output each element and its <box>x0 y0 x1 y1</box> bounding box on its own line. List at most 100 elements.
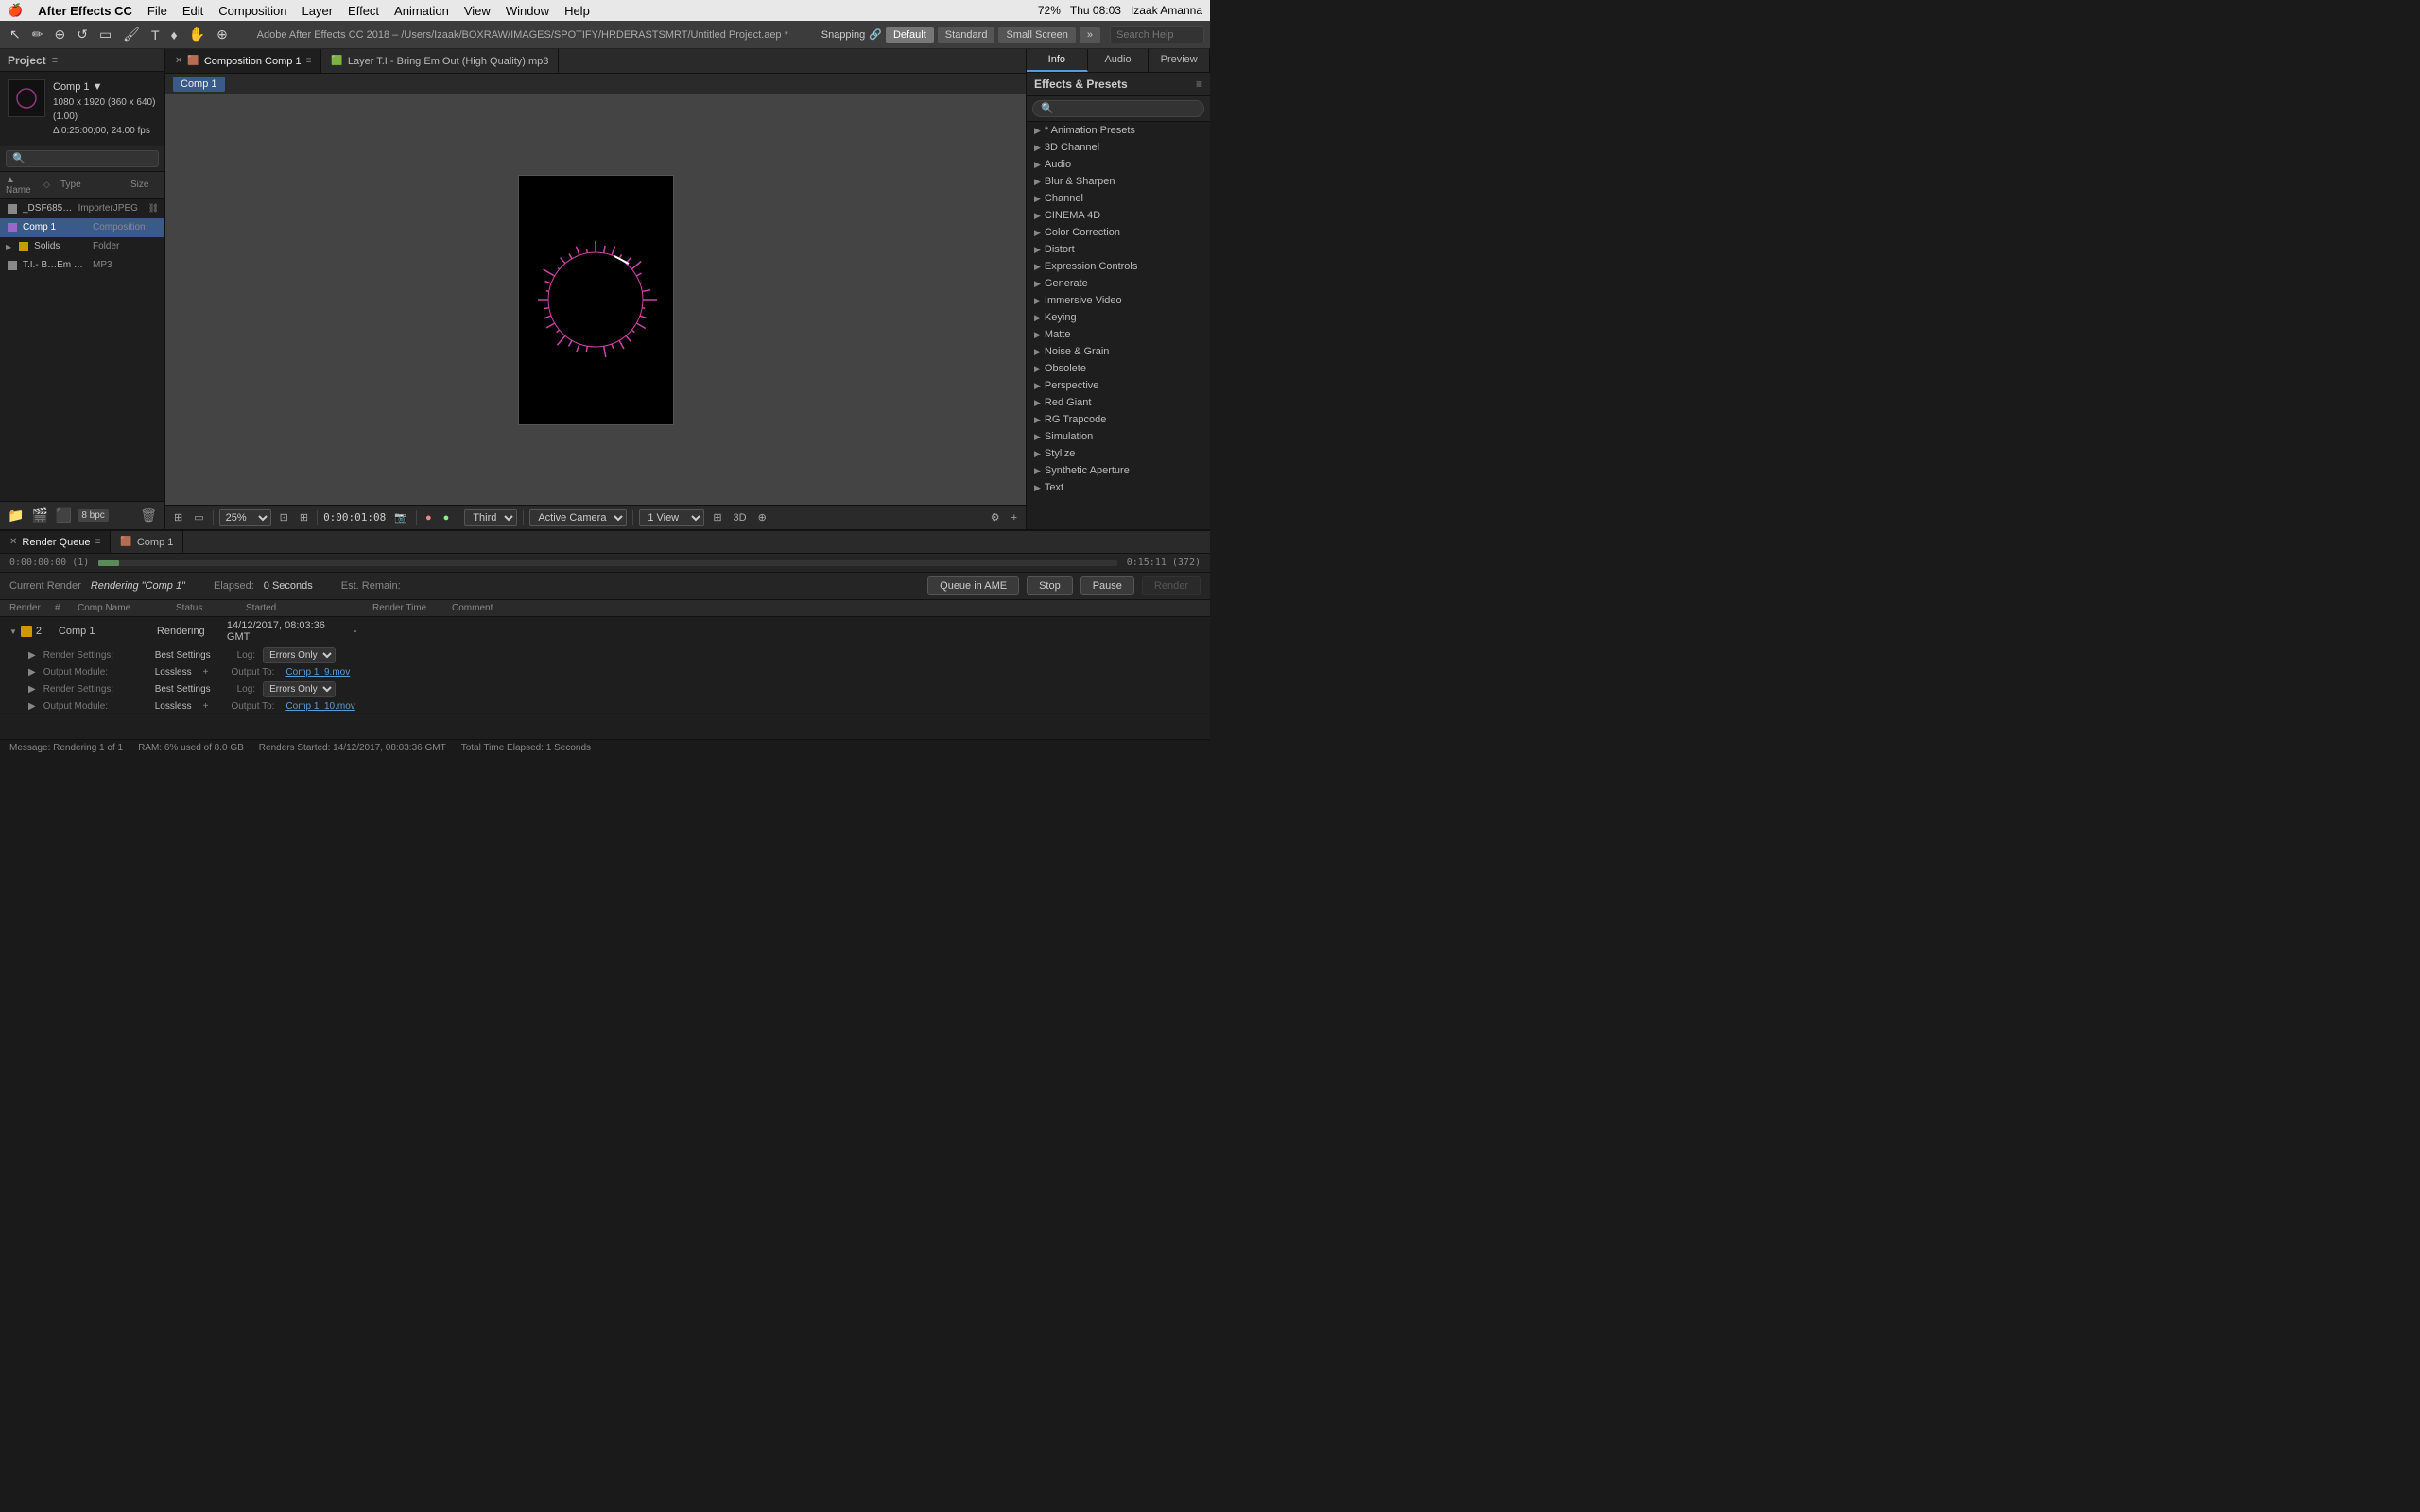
expand-settings-arrow-2[interactable]: ▶ <box>28 684 36 695</box>
puppet-tool[interactable]: ♦ <box>167 26 182 44</box>
effect-simulation[interactable]: ▶ Simulation <box>1027 428 1210 445</box>
effect-keying[interactable]: ▶ Keying <box>1027 309 1210 326</box>
effects-search-input[interactable] <box>1032 100 1204 117</box>
menu-view[interactable]: View <box>464 4 491 18</box>
brush-tool[interactable]: 🖌 <box>119 25 144 44</box>
color-channel-btn[interactable]: ● <box>423 511 435 524</box>
anchor-tool[interactable]: ⊕ <box>213 25 232 44</box>
comp-name[interactable]: Comp 1 ▼ <box>53 79 157 95</box>
menu-layer[interactable]: Layer <box>302 4 334 18</box>
effect-red-giant[interactable]: ▶ Red Giant <box>1027 394 1210 411</box>
tab-info[interactable]: Info <box>1027 49 1088 72</box>
fit-btn[interactable]: ⊡ <box>277 510 291 524</box>
viewer-3d-btn[interactable]: 3D <box>731 511 750 524</box>
file-item-comp[interactable]: Comp 1 Composition <box>0 218 164 237</box>
apple-menu[interactable]: 🍎 <box>8 3 23 18</box>
menu-file[interactable]: File <box>147 4 167 18</box>
workspace-default[interactable]: Default <box>886 27 934 43</box>
tab-menu-comp[interactable]: ≡ <box>306 56 312 66</box>
new-solid-btn[interactable]: ⬛ <box>54 506 74 525</box>
effect-generate[interactable]: ▶ Generate <box>1027 275 1210 292</box>
output-add-btn[interactable]: + <box>203 667 209 678</box>
menu-edit[interactable]: Edit <box>182 4 203 18</box>
timecode-display[interactable]: 0:00:01:08 <box>323 511 386 524</box>
effect-rg-trapcode[interactable]: ▶ RG Trapcode <box>1027 411 1210 428</box>
snapshot-btn[interactable]: 📷 <box>391 510 410 524</box>
project-search-input[interactable] <box>6 150 159 167</box>
log-select-2[interactable]: Errors Only <box>263 681 336 697</box>
select-tool[interactable]: ↖ <box>6 25 25 44</box>
tab-audio[interactable]: Audio <box>1088 49 1150 72</box>
file-item-audio[interactable]: T.I.- B…Em Out (High Quality).mp3 MP3 <box>0 256 164 275</box>
shape-tool[interactable]: ▭ <box>95 25 115 44</box>
rotate-tool[interactable]: ↺ <box>73 25 92 44</box>
green-channel-btn[interactable]: ● <box>441 511 453 524</box>
render-btn[interactable]: Render <box>1142 576 1201 595</box>
effect-stylize[interactable]: ▶ Stylize <box>1027 445 1210 462</box>
output-to-value[interactable]: Comp 1_9.mov <box>285 667 350 678</box>
viewer-settings-btn[interactable]: ⚙ <box>988 510 1003 524</box>
search-help-input[interactable] <box>1110 26 1204 43</box>
render-settings-value-2[interactable]: Best Settings <box>155 684 211 695</box>
output-add-btn-2[interactable]: + <box>203 701 209 712</box>
new-folder-btn[interactable]: 📁 <box>6 506 26 525</box>
snapping-icon[interactable]: 🔗 <box>869 28 882 41</box>
effect-immersive-video[interactable]: ▶ Immersive Video <box>1027 292 1210 309</box>
viewer-more-btn[interactable]: ⊞ <box>710 510 724 524</box>
queue-in-ame-btn[interactable]: Queue in AME <box>927 576 1019 595</box>
text-tool[interactable]: T <box>147 26 164 44</box>
tab-composition-comp1[interactable]: ✕ 🟫 Composition Comp 1 ≡ <box>165 49 321 73</box>
effect-expression-controls[interactable]: ▶ Expression Controls <box>1027 258 1210 275</box>
menu-composition[interactable]: Composition <box>218 4 286 18</box>
effect-noise-grain[interactable]: ▶ Noise & Grain <box>1027 343 1210 360</box>
effect-audio[interactable]: ▶ Audio <box>1027 156 1210 173</box>
pen-tool[interactable]: ✏ <box>28 25 47 44</box>
expand-settings-arrow[interactable]: ▶ <box>28 650 36 661</box>
workspace-more[interactable]: » <box>1080 27 1100 43</box>
menu-effect[interactable]: Effect <box>348 4 379 18</box>
tab-comp1-bottom[interactable]: 🟫 Comp 1 <box>111 531 183 553</box>
stop-btn[interactable]: Stop <box>1027 576 1073 595</box>
menu-window[interactable]: Window <box>506 4 549 18</box>
pan-tool[interactable]: ✋ <box>185 25 209 44</box>
pause-btn[interactable]: Pause <box>1080 576 1134 595</box>
effect-perspective[interactable]: ▶ Perspective <box>1027 377 1210 394</box>
zoom-tool[interactable]: ⊕ <box>50 25 69 44</box>
file-item-solids[interactable]: Solids Folder <box>0 237 164 256</box>
effect-3d-channel[interactable]: ▶ 3D Channel <box>1027 139 1210 156</box>
effect-synthetic-aperture[interactable]: ▶ Synthetic Aperture <box>1027 462 1210 479</box>
bpc-badge[interactable]: 8 bpc <box>78 509 108 522</box>
tab-layer-audio[interactable]: 🟩 Layer T.I.- Bring Em Out (High Quality… <box>321 49 559 73</box>
viewer-add-btn[interactable]: + <box>1009 511 1020 524</box>
view-count-select[interactable]: 1 View 2 Views <box>639 509 704 526</box>
menu-help[interactable]: Help <box>564 4 590 18</box>
rq-close-icon[interactable]: ✕ <box>9 537 17 547</box>
viewer-expand-btn[interactable]: ⊕ <box>755 510 769 524</box>
file-item-jpeg[interactable]: _DSF6853 copy.jpg ImporterJPEG ⛓ <box>0 199 164 218</box>
effect-color-correction[interactable]: ▶ Color Correction <box>1027 224 1210 241</box>
effects-menu-icon[interactable]: ≡ <box>1196 77 1202 91</box>
effect-distort[interactable]: ▶ Distort <box>1027 241 1210 258</box>
camera-preset-select[interactable]: Third Half Full <box>464 509 517 526</box>
row-expand-arrow[interactable] <box>9 627 17 636</box>
new-comp-btn[interactable]: 🎬 <box>29 506 49 525</box>
render-settings-value[interactable]: Best Settings <box>155 650 211 661</box>
project-menu-icon[interactable]: ≡ <box>52 55 58 66</box>
expand-output-arrow[interactable]: ▶ <box>28 667 36 678</box>
tab-close-comp[interactable]: ✕ <box>175 56 182 66</box>
pixel-aspect-btn[interactable]: ⊞ <box>297 510 311 524</box>
render-row-main-2[interactable]: 2 Comp 1 Rendering 14/12/2017, 08:03:36 … <box>0 617 1210 645</box>
output-module-value-2[interactable]: Lossless <box>155 701 192 712</box>
delete-btn[interactable]: 🗑 <box>138 506 159 525</box>
tab-render-queue[interactable]: ✕ Render Queue ≡ <box>0 531 111 553</box>
effect-cinema4d[interactable]: ▶ CINEMA 4D <box>1027 207 1210 224</box>
zoom-select[interactable]: 25% 50% 100% <box>219 509 271 526</box>
effect-obsolete[interactable]: ▶ Obsolete <box>1027 360 1210 377</box>
log-select[interactable]: Errors Only <box>263 647 336 663</box>
workspace-standard[interactable]: Standard <box>938 27 995 43</box>
viewer-safe-btn[interactable]: ▭ <box>191 510 206 524</box>
viewer-grid-btn[interactable]: ⊞ <box>171 510 185 524</box>
menu-animation[interactable]: Animation <box>394 4 449 18</box>
output-to-value-2[interactable]: Comp 1_10.mov <box>285 701 354 712</box>
active-camera-select[interactable]: Active Camera <box>529 509 627 526</box>
